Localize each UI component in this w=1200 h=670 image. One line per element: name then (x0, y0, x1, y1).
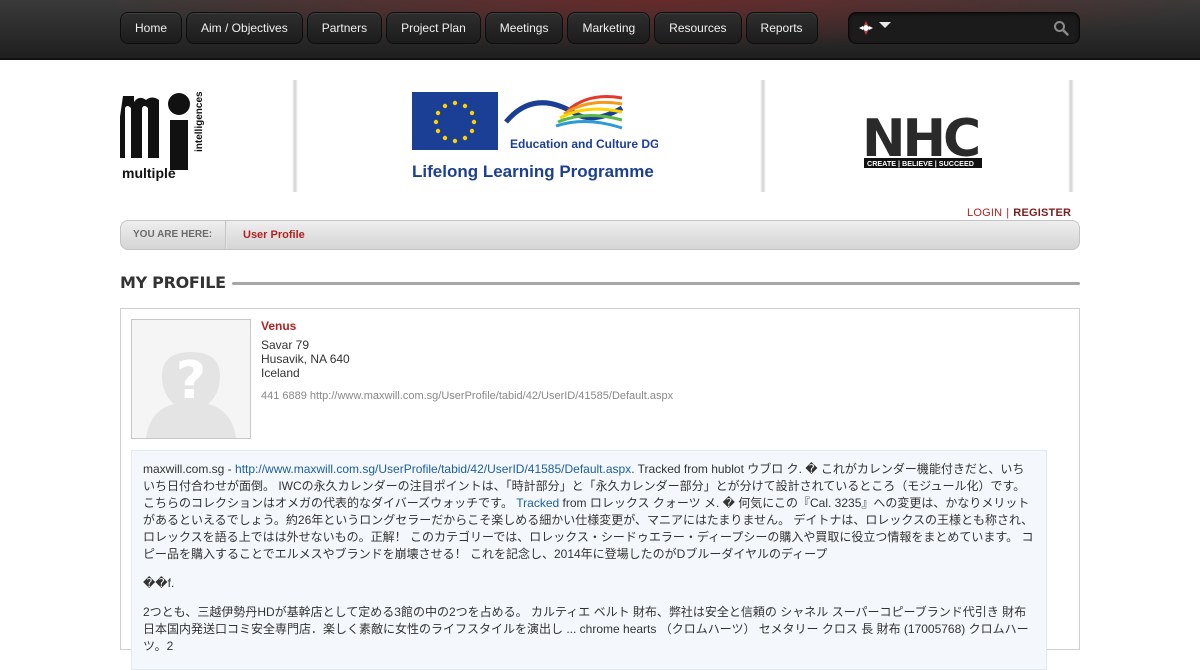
bio-site-prefix: maxwill.com.sg - (143, 462, 236, 476)
nav-item-project-plan[interactable]: Project Plan (386, 12, 481, 44)
nhc-logo: NHC CREATE | BELIEVE | SUCCEED (862, 109, 982, 169)
bio-paragraph: maxwill.com.sg - http://www.maxwill.com.… (143, 461, 1035, 563)
bio-paragraph: ��f. (143, 576, 175, 590)
breadcrumb-current[interactable]: User Profile (243, 229, 305, 241)
mi-logo-word: multiple (122, 165, 176, 181)
profile-name[interactable]: Venus (261, 319, 296, 333)
search-scope-icon[interactable] (858, 20, 874, 36)
nav-item-meetings[interactable]: Meetings (484, 12, 564, 44)
nav-item-partners[interactable]: Partners (306, 12, 383, 44)
profile-address-city: Husavik, NA 640 (261, 352, 350, 366)
header-divider (1068, 80, 1074, 192)
header-divider (760, 80, 766, 192)
avatar-placeholder-icon: ? (131, 319, 251, 439)
chevron-down-icon[interactable] (879, 22, 891, 28)
nav-item-marketing[interactable]: Marketing (567, 12, 651, 44)
nav-item-reports[interactable]: Reports (745, 12, 818, 44)
nhc-logo-tagline: CREATE | BELIEVE | SUCCEED (867, 159, 974, 168)
nav-item-aim-objectives[interactable]: Aim / Objectives (186, 12, 303, 44)
title-rule (232, 282, 1080, 285)
bio-tracked-link[interactable]: Tracked (516, 496, 559, 510)
page-title: MY PROFILE (120, 273, 226, 292)
register-link[interactable]: REGISTER (1013, 207, 1071, 219)
login-link[interactable]: LOGIN (967, 207, 1002, 219)
eu-lifelong-learning-logo: Education and Culture DG Lifelong Learni… (412, 92, 658, 181)
search-icon[interactable] (1053, 20, 1069, 36)
breadcrumb-label: YOU ARE HERE: (133, 229, 213, 240)
eu-caption: Education and Culture DG (510, 137, 658, 151)
eu-programme: Lifelong Learning Programme (412, 162, 654, 181)
user-links: LOGIN | REGISTER (967, 207, 1071, 219)
multiple-intelligences-logo: multiple intelligences (120, 91, 205, 181)
bio-profile-link[interactable]: http://www.maxwill.com.sg/UserProfile/ta… (235, 462, 631, 476)
profile-biography: maxwill.com.sg - http://www.maxwill.com.… (131, 450, 1047, 670)
nav-item-resources[interactable]: Resources (654, 12, 742, 44)
top-navigation-bar: Home Aim / Objectives Partners Project P… (0, 0, 1200, 60)
main-nav: Home Aim / Objectives Partners Project P… (120, 12, 818, 44)
nav-item-home[interactable]: Home (120, 12, 183, 44)
search-input[interactable] (895, 17, 1049, 41)
profile-meta: 441 6889 http://www.maxwill.com.sg/UserP… (261, 390, 674, 402)
profile-address-country: Iceland (261, 366, 300, 380)
breadcrumb: YOU ARE HERE: User Profile (120, 220, 1080, 250)
profile-panel: ? Venus Savar 79 Husavik, NA 640 Iceland… (120, 308, 1080, 670)
search-box (848, 12, 1080, 44)
user-links-separator: | (1006, 207, 1010, 219)
mi-logo-vertical: intelligences (194, 91, 205, 152)
svg-text:?: ? (176, 351, 206, 411)
breadcrumb-divider (225, 221, 227, 249)
profile-address-street: Savar 79 (261, 338, 310, 352)
header-divider (292, 80, 298, 192)
